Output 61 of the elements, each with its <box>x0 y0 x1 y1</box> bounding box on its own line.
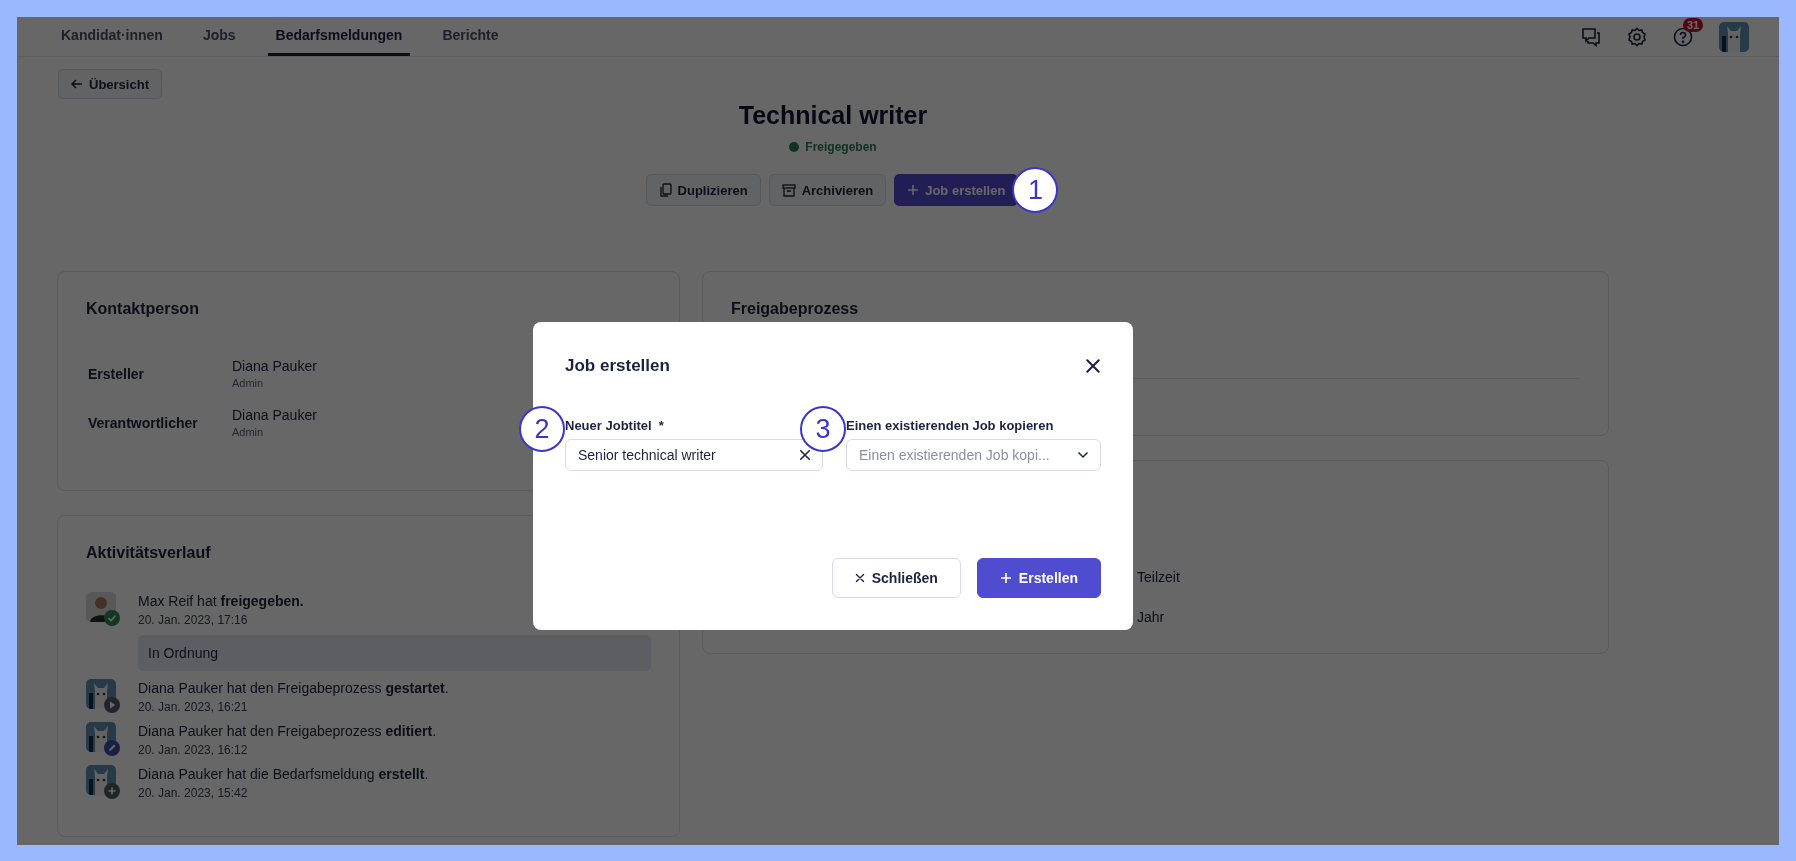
nav-tab[interactable]: Jobs <box>194 17 244 56</box>
dialog-title: Job erstellen <box>565 356 670 376</box>
activity-text: Diana Pauker hat den Freigabeprozess editiert. <box>138 723 437 739</box>
close-button[interactable] <box>1085 358 1101 374</box>
activity-text: Diana Pauker hat den Freigabeprozess gestartet. <box>138 680 449 696</box>
clear-icon <box>799 449 811 461</box>
required-mark: * <box>658 418 664 433</box>
check-icon <box>104 610 120 626</box>
person-name: Diana Pauker <box>232 407 317 423</box>
step-marker: 3 <box>800 406 846 452</box>
nav-tab[interactable]: Kandidat·innen <box>53 17 171 56</box>
step-marker: 1 <box>1012 167 1059 213</box>
cancel-button[interactable]: Schließen <box>831 558 961 598</box>
card-title: Aktivitätsverlauf <box>86 544 212 562</box>
duplicate-button[interactable]: Duplizieren <box>645 174 761 206</box>
status-dot <box>789 142 800 152</box>
back-button[interactable]: Übersicht <box>58 69 162 99</box>
plus-icon <box>907 184 920 196</box>
job-select[interactable]: Einen existierenden Job kopi... <box>846 439 1101 471</box>
role-label: Ersteller <box>87 365 146 382</box>
plus-icon <box>104 783 120 799</box>
close-icon <box>854 573 865 583</box>
avatar <box>1719 21 1749 52</box>
step-marker: 2 <box>519 406 565 452</box>
person-name: Diana Pauker <box>232 358 317 374</box>
person-role: Admin <box>232 426 264 438</box>
clear-button[interactable] <box>799 449 811 461</box>
role-label: Verantwortlicher <box>87 414 199 431</box>
copy-icon <box>658 183 672 197</box>
detail-value: Jahr <box>1137 609 1165 625</box>
card-title: Kontaktperson <box>86 300 200 318</box>
field-label: Einen existierenden Job kopieren <box>846 418 1054 433</box>
job-title-field[interactable]: Senior technical writer <box>565 439 823 471</box>
activity-comment: In Ordnung <box>138 635 651 671</box>
status-label: Freigegeben <box>805 140 877 154</box>
create-job-button[interactable]: Job erstellen <box>894 174 1019 206</box>
nav-tab[interactable]: Bedarfsmeldungen <box>267 17 411 56</box>
create-button[interactable]: Erstellen <box>976 558 1101 598</box>
person-role: Admin <box>232 377 264 389</box>
pencil-icon <box>104 740 120 756</box>
plus-icon <box>999 572 1012 584</box>
activity-time: 20. Jan. 2023, 16:21 <box>138 700 249 714</box>
archive-icon <box>781 183 796 197</box>
notification-badge: 31 <box>1683 17 1704 32</box>
activity-text: Max Reif hat freigegeben. <box>138 593 304 609</box>
nav-tab[interactable]: Berichte <box>434 17 507 56</box>
arrow-left-icon <box>71 78 83 90</box>
detail-value: Teilzeit <box>1137 569 1180 585</box>
settings-icon[interactable] <box>1627 26 1647 47</box>
activity-text: Diana Pauker hat die Bedarfsmeldung erstellt. <box>138 766 429 782</box>
activity-time: 20. Jan. 2023, 16:12 <box>138 743 249 757</box>
chat-icon[interactable] <box>1581 26 1601 47</box>
play-icon <box>104 697 120 713</box>
activity-time: 20. Jan. 2023, 15:42 <box>138 786 249 800</box>
page-title: Technical writer <box>738 101 928 130</box>
archive-button[interactable]: Archivieren <box>768 174 887 206</box>
activity-time: 20. Jan. 2023, 17:16 <box>138 613 249 627</box>
card-title: Freigabeprozess <box>731 300 860 318</box>
field-label: Neuer Jobtitel * <box>565 418 664 433</box>
close-icon <box>1085 358 1101 374</box>
chevron-down-icon <box>1077 451 1089 459</box>
